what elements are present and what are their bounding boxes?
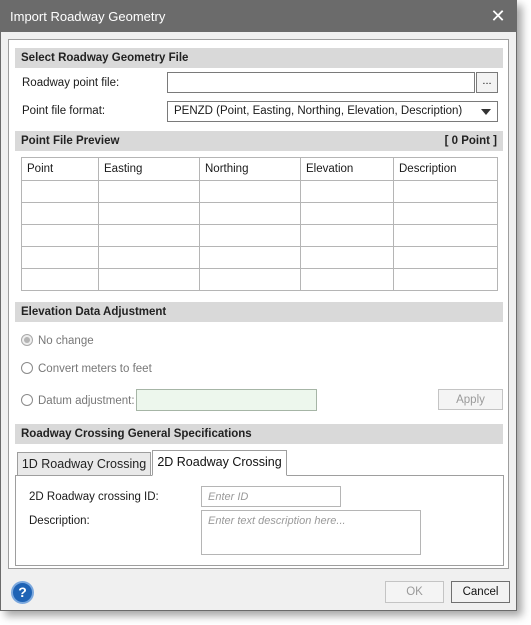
table-row[interactable]	[21, 268, 498, 291]
table-cell[interactable]	[21, 246, 99, 269]
section-header-preview: Point File Preview [ 0 Point ]	[15, 131, 503, 151]
table-cell[interactable]	[393, 246, 498, 269]
tab-panel-2d-roadway-crossing: 2D Roadway crossing ID: Enter ID Descrip…	[15, 475, 504, 566]
table-cell[interactable]	[21, 202, 99, 225]
tab-2d-roadway-crossing[interactable]: 2D Roadway Crossing	[152, 450, 287, 476]
table-row[interactable]	[21, 202, 498, 225]
table-cell[interactable]	[98, 202, 200, 225]
section-title: Point File Preview	[21, 135, 120, 147]
table-cell[interactable]	[199, 202, 301, 225]
table-cell[interactable]	[199, 246, 301, 269]
table-cell[interactable]	[300, 268, 394, 291]
apply-button[interactable]: Apply	[438, 389, 503, 410]
column-header-easting[interactable]: Easting	[98, 157, 200, 181]
column-header-point[interactable]: Point	[21, 157, 99, 181]
radio-convert-meters-to-feet[interactable]: Convert meters to feet	[21, 362, 152, 378]
chevron-down-icon	[481, 109, 491, 115]
import-roadway-geometry-dialog: Import Roadway Geometry ✕ Select Roadway…	[0, 0, 517, 611]
section-title: Roadway Crossing General Specifications	[21, 428, 252, 440]
table-cell[interactable]	[300, 224, 394, 247]
radio-label: Datum adjustment:	[38, 395, 135, 407]
section-header-crossing: Roadway Crossing General Specifications	[15, 424, 503, 444]
section-title: Elevation Data Adjustment	[21, 306, 167, 318]
crossing-id-input[interactable]: Enter ID	[201, 486, 341, 507]
table-cell[interactable]	[300, 180, 394, 203]
tab-1d-roadway-crossing[interactable]: 1D Roadway Crossing	[17, 452, 151, 476]
datum-adjustment-input[interactable]	[136, 389, 317, 411]
table-cell[interactable]	[300, 246, 394, 269]
radio-no-change[interactable]: No change	[21, 334, 94, 350]
section-header-elevation: Elevation Data Adjustment	[15, 302, 503, 322]
point-count-label: [ 0 Point ]	[444, 135, 497, 147]
table-header-row: Point Easting Northing Elevation Descrip…	[21, 157, 498, 181]
table-cell[interactable]	[21, 268, 99, 291]
table-cell[interactable]	[199, 268, 301, 291]
column-header-northing[interactable]: Northing	[199, 157, 301, 181]
point-file-format-label: Point file format:	[22, 105, 106, 117]
point-file-label: Roadway point file:	[22, 77, 120, 89]
help-icon[interactable]: ?	[11, 581, 34, 604]
table-cell[interactable]	[393, 202, 498, 225]
radio-datum-adjustment[interactable]: Datum adjustment:	[21, 394, 135, 410]
table-cell[interactable]	[98, 268, 200, 291]
table-cell[interactable]	[98, 180, 200, 203]
dialog-content: Select Roadway Geometry File Roadway poi…	[8, 39, 509, 569]
table-cell[interactable]	[199, 180, 301, 203]
close-icon[interactable]: ✕	[488, 6, 508, 26]
crossing-id-label: 2D Roadway crossing ID:	[29, 491, 159, 503]
radio-label: No change	[38, 335, 94, 347]
radio-button-icon[interactable]	[21, 394, 33, 406]
table-cell[interactable]	[21, 224, 99, 247]
table-row[interactable]	[21, 224, 498, 247]
section-title: Select Roadway Geometry File	[21, 52, 189, 64]
section-header-select-file: Select Roadway Geometry File	[15, 48, 503, 68]
cancel-button[interactable]: Cancel	[451, 581, 510, 603]
table-row[interactable]	[21, 180, 498, 203]
column-header-elevation[interactable]: Elevation	[300, 157, 394, 181]
window-title: Import Roadway Geometry	[10, 9, 166, 24]
table-cell[interactable]	[393, 180, 498, 203]
radio-button-icon[interactable]	[21, 334, 33, 346]
radio-button-icon[interactable]	[21, 362, 33, 374]
table-cell[interactable]	[21, 180, 99, 203]
table-cell[interactable]	[199, 224, 301, 247]
table-cell[interactable]	[98, 224, 200, 247]
point-file-input[interactable]	[167, 72, 475, 93]
table-cell[interactable]	[393, 224, 498, 247]
browse-button[interactable]: ...	[476, 72, 498, 93]
table-cell[interactable]	[393, 268, 498, 291]
point-preview-table[interactable]: Point Easting Northing Elevation Descrip…	[21, 157, 498, 291]
description-label: Description:	[29, 515, 90, 527]
description-textarea[interactable]: Enter text description here...	[201, 510, 421, 555]
point-file-format-value: PENZD (Point, Easting, Northing, Elevati…	[174, 105, 463, 117]
point-file-format-select[interactable]: PENZD (Point, Easting, Northing, Elevati…	[167, 101, 498, 122]
column-header-description[interactable]: Description	[393, 157, 498, 181]
ok-button[interactable]: OK	[385, 581, 444, 603]
title-bar[interactable]: Import Roadway Geometry ✕	[1, 1, 516, 32]
table-cell[interactable]	[98, 246, 200, 269]
radio-label: Convert meters to feet	[38, 363, 152, 375]
table-cell[interactable]	[300, 202, 394, 225]
table-row[interactable]	[21, 246, 498, 269]
